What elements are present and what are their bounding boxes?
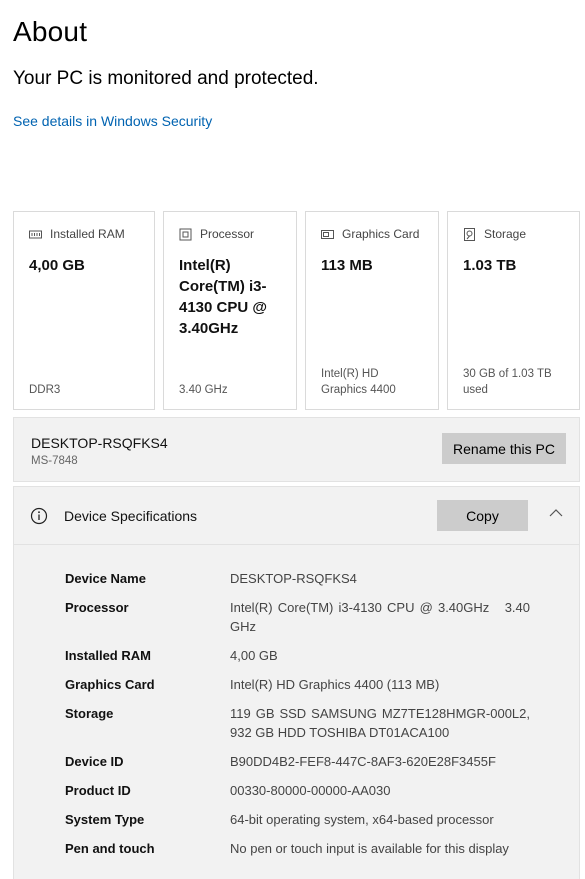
spec-key: Device ID [65,754,124,769]
info-icon [30,507,48,525]
card-processor: Processor Intel(R) Core(TM) i3-4130 CPU … [163,211,297,410]
spec-key: Product ID [65,783,131,798]
spec-row-graphics-card: Graphics Card Intel(R) HD Graphics 4400 … [65,675,535,694]
device-specifications-title: Device Specifications [64,508,198,524]
card-label: Storage [484,227,527,241]
spec-value: B90DD4B2-FEF8-447C-8AF3-620E28F3455F [230,754,496,769]
spec-key: Graphics Card [65,677,155,692]
windows-security-link[interactable]: See details in Windows Security [13,113,212,129]
spec-row-storage: Storage 119 GB SSD SAMSUNG MZ7TE128HMGR-… [65,704,535,742]
card-sub: 30 GB of 1.03 TB used [463,368,552,396]
spec-key: Installed RAM [65,648,151,663]
card-sub: DDR3 [29,384,61,396]
card-label: Processor [200,227,255,241]
spec-row-processor: Processor Intel(R) Core(TM) i3-4130 CPU … [65,598,535,636]
storage-icon [464,227,475,241]
card-sub: 3.40 GHz [179,384,228,396]
device-specifications-panel: Device Specifications Copy Device Name D… [13,486,580,879]
card-value: Intel(R) Core(TM) i3-4130 CPU @ 3.40GHz [179,257,268,337]
rename-pc-button[interactable]: Rename this PC [442,433,566,464]
card-sub: Intel(R) HD Graphics 4400 [321,368,396,396]
spec-key: Storage [65,706,114,721]
card-storage: Storage 1.03 TB 30 GB of 1.03 TB used [447,211,580,410]
spec-value: DESKTOP-RSQFKS4 [230,571,357,586]
spec-row-device-id: Device ID B90DD4B2-FEF8-447C-8AF3-620E28… [65,752,535,771]
pc-model: MS-7848 [31,455,78,467]
card-graphics: Graphics Card 113 MB Intel(R) HD Graphic… [305,211,439,410]
spec-value: 00330-80000-00000-AA030 [230,783,391,798]
spec-row-product-id: Product ID 00330-80000-00000-AA030 [65,781,535,800]
ram-icon [29,230,42,238]
spec-value: 4,00 GB [230,648,278,663]
device-specifications-header[interactable]: Device Specifications Copy [14,487,579,545]
spec-row-device-name: Device Name DESKTOP-RSQFKS4 [65,569,535,588]
spec-value: Intel(R) Core(TM) i3-4130 CPU @ 3.40GHz … [230,600,534,634]
protection-status: Your PC is monitored and protected. [13,68,319,89]
spec-key: Processor [65,600,129,615]
card-label: Installed RAM [50,227,125,241]
spec-value: 119 GB SSD SAMSUNG MZ7TE128HMGR-000L2, 9… [230,706,530,740]
pc-name-row: DESKTOP-RSQFKS4 MS-7848 Rename this PC [13,417,580,482]
spec-value: No pen or touch input is available for t… [230,841,509,856]
spec-key: Pen and touch [65,841,155,856]
card-value: 113 MB [321,257,373,274]
spec-row-system-type: System Type 64-bit operating system, x64… [65,810,535,829]
spec-value: Intel(R) HD Graphics 4400 (113 MB) [230,677,440,692]
card-label: Graphics Card [342,227,420,241]
spec-key: System Type [65,812,145,827]
card-value: 4,00 GB [29,257,85,274]
chevron-up-icon[interactable] [548,505,564,521]
spec-row-pen-and-touch: Pen and touch No pen or touch input is a… [65,839,535,858]
copy-button[interactable]: Copy [437,500,528,531]
page-title: About [13,16,88,47]
spec-value: 64-bit operating system, x64-based proce… [230,812,494,827]
processor-icon [179,228,192,240]
card-installed-ram: Installed RAM 4,00 GB DDR3 [13,211,155,410]
spec-key: Device Name [65,571,146,586]
pc-name: DESKTOP-RSQFKS4 [31,435,168,451]
graphics-card-icon [321,229,334,239]
card-value: 1.03 TB [463,257,517,274]
spec-row-installed-ram: Installed RAM 4,00 GB [65,646,535,665]
spec-list: Device Name DESKTOP-RSQFKS4 Processor In… [65,569,535,858]
